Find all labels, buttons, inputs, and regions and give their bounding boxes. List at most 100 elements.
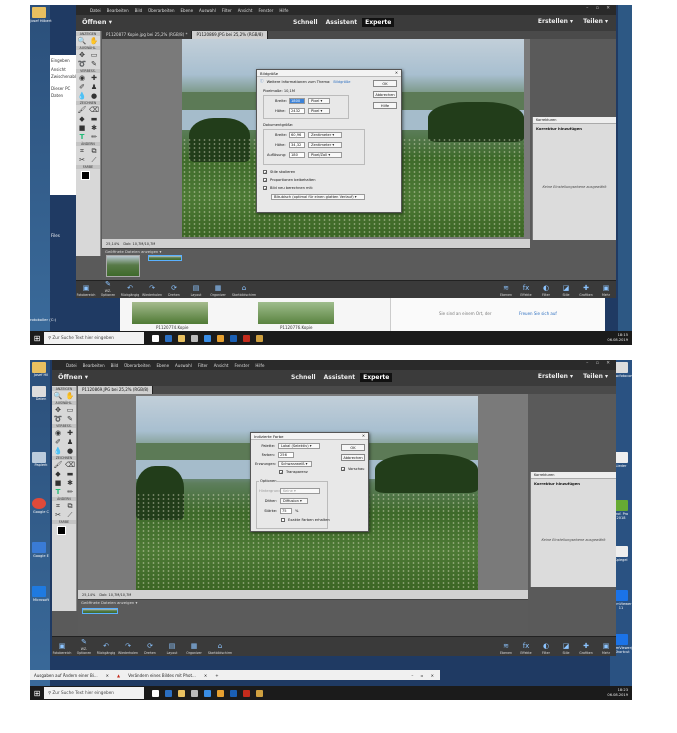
bucket-icon[interactable]: ◆: [77, 115, 87, 123]
resample-checkbox[interactable]: ✓: [263, 186, 267, 191]
new-tab-icon[interactable]: +: [215, 673, 218, 678]
rotate-button[interactable]: ⟳ Drehen: [164, 284, 184, 297]
chrome-icon[interactable]: [217, 334, 224, 342]
cancel-button[interactable]: Abbrechen: [373, 91, 397, 98]
bin-thumbnail-selected[interactable]: [148, 255, 182, 261]
tool-options-button[interactable]: ✎ WZ-Optionen: [98, 280, 118, 297]
width-input[interactable]: 1800: [289, 98, 305, 104]
doc-tab[interactable]: P1120877 Kopie.jpg bei 25,2% (RGB/8) *: [102, 31, 193, 39]
stamp-icon[interactable]: ♟: [65, 438, 75, 446]
sponge-icon[interactable]: ●: [65, 447, 75, 455]
redo-button[interactable]: ↷ Wiederholen: [142, 284, 162, 297]
amount-input[interactable]: 75: [280, 508, 292, 514]
cancel-button[interactable]: Abbrechen: [341, 454, 365, 461]
system-clock[interactable]: 18:23 06.08.2019: [607, 688, 628, 697]
elements-icon[interactable]: [230, 334, 237, 342]
undo-button[interactable]: ↶ Rückgängig: [120, 284, 140, 297]
menu-bild[interactable]: Bild: [111, 363, 119, 368]
mode-expert[interactable]: Experte: [360, 373, 393, 382]
menu-ansicht[interactable]: Ansicht: [238, 8, 253, 13]
gradient-icon[interactable]: ▬: [65, 470, 75, 478]
quick-select-icon[interactable]: ✎: [89, 60, 99, 68]
resample-select[interactable]: Bikubisch (optimal für einen glatten Ver…: [271, 194, 365, 200]
explorer-icon[interactable]: [178, 689, 185, 697]
hand-icon[interactable]: ✋: [65, 392, 75, 400]
canvas-area[interactable]: Bildgröße ✕ ⓘ Weitere Informationen zum T…: [102, 39, 530, 239]
mode-quick[interactable]: Schnell: [288, 373, 319, 382]
menu-fenster[interactable]: Fenster: [234, 363, 249, 368]
help-button[interactable]: Hilfe: [373, 102, 397, 109]
layers-button[interactable]: ≋ Ebenen: [496, 284, 516, 297]
exact-checkbox[interactable]: [281, 518, 285, 522]
explorer-icon[interactable]: [178, 334, 185, 342]
task-view-icon[interactable]: [152, 689, 159, 697]
side-link[interactable]: Freuen Sie sich auf: [519, 311, 557, 316]
transparency-checkbox[interactable]: ✓: [279, 470, 283, 475]
window-controls[interactable]: – ▫ ✕: [586, 361, 613, 366]
edge-icon[interactable]: [165, 334, 172, 342]
height-unit-select[interactable]: Pixel ▾: [308, 108, 330, 114]
system-clock[interactable]: 18:15 06.08.2019: [607, 333, 628, 342]
info-link[interactable]: Bildgröße: [333, 80, 350, 84]
browser-tab[interactable]: Verändern eines Bildes mit Phot...: [128, 673, 196, 678]
foreground-color[interactable]: [81, 171, 90, 180]
ok-button[interactable]: OK: [341, 444, 365, 451]
menu-hilfe[interactable]: Hilfe: [255, 363, 264, 368]
color-swatches[interactable]: [52, 524, 76, 540]
windows-icon[interactable]: ⊞: [30, 334, 44, 343]
palette-select[interactable]: Lokal (Selektiv) ▾: [278, 443, 320, 449]
taskbar-search[interactable]: ⚲ Zur Suche Text hier eingeben: [44, 332, 144, 344]
menu-auswahl[interactable]: Auswahl: [199, 8, 216, 13]
app-icon[interactable]: [614, 500, 628, 511]
forced-select[interactable]: Schwarzweiß ▾: [278, 461, 312, 467]
ok-button[interactable]: OK: [373, 80, 397, 87]
bin-thumbnail-selected[interactable]: [82, 608, 118, 614]
explorer-path[interactable]: Dieser PC: [50, 80, 78, 92]
layout-button[interactable]: ▤ Layout: [162, 642, 182, 655]
acrobat-icon[interactable]: [243, 334, 250, 342]
create-button[interactable]: Erstellen ▾: [538, 18, 573, 25]
menu-datei[interactable]: Datei: [90, 8, 101, 13]
organizer-button[interactable]: ▦ Organizer: [184, 642, 204, 655]
content-move-icon[interactable]: ✂: [53, 511, 63, 519]
gradient-icon[interactable]: ▬: [89, 115, 99, 123]
preview-checkbox[interactable]: ✓: [341, 467, 345, 472]
menu-ebene[interactable]: Ebene: [157, 363, 170, 368]
bucket-icon[interactable]: ◆: [53, 470, 63, 478]
panel-tab[interactable]: Korrekturen: [531, 472, 616, 479]
shortcut-icon[interactable]: [614, 362, 628, 373]
dheight-input[interactable]: 34,32: [289, 142, 305, 148]
browser-tab[interactable]: Ausgaben auf Ändern einer Bi...: [34, 673, 98, 678]
menu-bild[interactable]: Bild: [135, 8, 143, 13]
colors-input[interactable]: 256: [278, 452, 294, 458]
create-button[interactable]: Erstellen ▾: [538, 373, 573, 380]
filter-button[interactable]: ◐ Filter: [536, 642, 556, 655]
tool-options-button[interactable]: ✎ WZ-Optionen: [74, 638, 94, 655]
stamp-icon[interactable]: ♟: [89, 83, 99, 91]
menu-auswahl[interactable]: Auswahl: [175, 363, 192, 368]
menu-bearbeiten[interactable]: Bearbeiten: [107, 8, 129, 13]
eye-icon[interactable]: ◉: [77, 74, 87, 82]
width-unit-select[interactable]: Pixel ▾: [308, 98, 330, 104]
menu-ueberarbeiten[interactable]: Überarbeiten: [124, 363, 150, 368]
mode-quick[interactable]: Schnell: [290, 18, 321, 27]
zoom-icon[interactable]: 🔍: [53, 392, 63, 400]
sponge-icon[interactable]: ●: [89, 92, 99, 100]
teamviewer-icon[interactable]: [614, 590, 628, 601]
app-icon[interactable]: [256, 334, 263, 342]
folder-icon[interactable]: [32, 362, 46, 373]
res-input[interactable]: 180: [289, 152, 305, 158]
edge-icon[interactable]: [32, 586, 46, 597]
dither-select[interactable]: Diffusion ▾: [280, 498, 308, 504]
mail-icon[interactable]: [204, 334, 211, 342]
styles-button[interactable]: ◪ Stile: [556, 642, 576, 655]
photo-bin-button[interactable]: ▣ Fotobereich: [76, 284, 96, 297]
custom-shape-icon[interactable]: ✱: [65, 479, 75, 487]
marquee-icon[interactable]: ▭: [89, 51, 99, 59]
text-icon[interactable]: T: [77, 133, 87, 141]
straighten-icon[interactable]: ⟋: [65, 511, 75, 519]
hand-icon[interactable]: ✋: [89, 37, 99, 45]
store-icon[interactable]: [191, 334, 198, 342]
home-button[interactable]: ⌂ Startbildschirm: [230, 284, 258, 297]
file-thumbnail[interactable]: [132, 302, 208, 324]
